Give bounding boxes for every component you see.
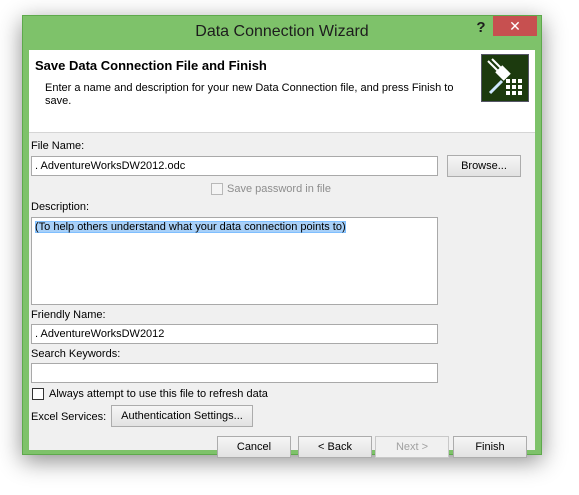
- back-button[interactable]: < Back: [298, 436, 372, 458]
- close-icon: ✕: [509, 18, 521, 34]
- cancel-button[interactable]: Cancel: [217, 436, 291, 458]
- help-button[interactable]: ?: [469, 19, 493, 37]
- finish-button[interactable]: Finish: [453, 436, 527, 458]
- always-attempt-label: Always attempt to use this file to refre…: [49, 388, 268, 400]
- data-connection-plug-icon: [481, 54, 529, 102]
- page-description: Enter a name and description for your ne…: [45, 82, 454, 107]
- data-connection-wizard-window: Data Connection Wizard ? ✕ Save Data Con…: [22, 15, 542, 458]
- wizard-header: Save Data Connection File and Finish Ent…: [29, 50, 535, 133]
- friendly-name-label: Friendly Name:: [31, 309, 106, 321]
- description-textarea[interactable]: (To help others understand what your dat…: [31, 217, 438, 305]
- title-bar[interactable]: Data Connection Wizard ? ✕: [23, 16, 541, 50]
- description-label: Description:: [31, 201, 90, 213]
- search-keywords-input[interactable]: [31, 363, 438, 383]
- file-name-input[interactable]: . AdventureWorksDW2012.odc: [31, 156, 438, 176]
- save-password-label: Save password in file: [227, 183, 331, 195]
- excel-services-label: Excel Services:: [31, 411, 107, 423]
- dialog-client-area: Save Data Connection File and Finish Ent…: [29, 50, 535, 458]
- description-selected-text: (To help others understand what your dat…: [35, 221, 346, 233]
- save-password-checkbox[interactable]: [211, 183, 223, 195]
- authentication-settings-button[interactable]: Authentication Settings...: [111, 405, 253, 427]
- page-title: Save Data Connection File and Finish: [35, 58, 267, 73]
- search-keywords-label: Search Keywords:: [31, 348, 121, 360]
- browse-button[interactable]: Browse...: [447, 155, 521, 177]
- next-button[interactable]: Next >: [375, 436, 449, 458]
- always-attempt-checkbox[interactable]: [32, 388, 44, 400]
- close-button[interactable]: ✕: [493, 16, 537, 36]
- file-name-label: File Name:: [31, 140, 85, 152]
- friendly-name-input[interactable]: . AdventureWorksDW2012: [31, 324, 438, 344]
- window-title: Data Connection Wizard: [195, 23, 369, 40]
